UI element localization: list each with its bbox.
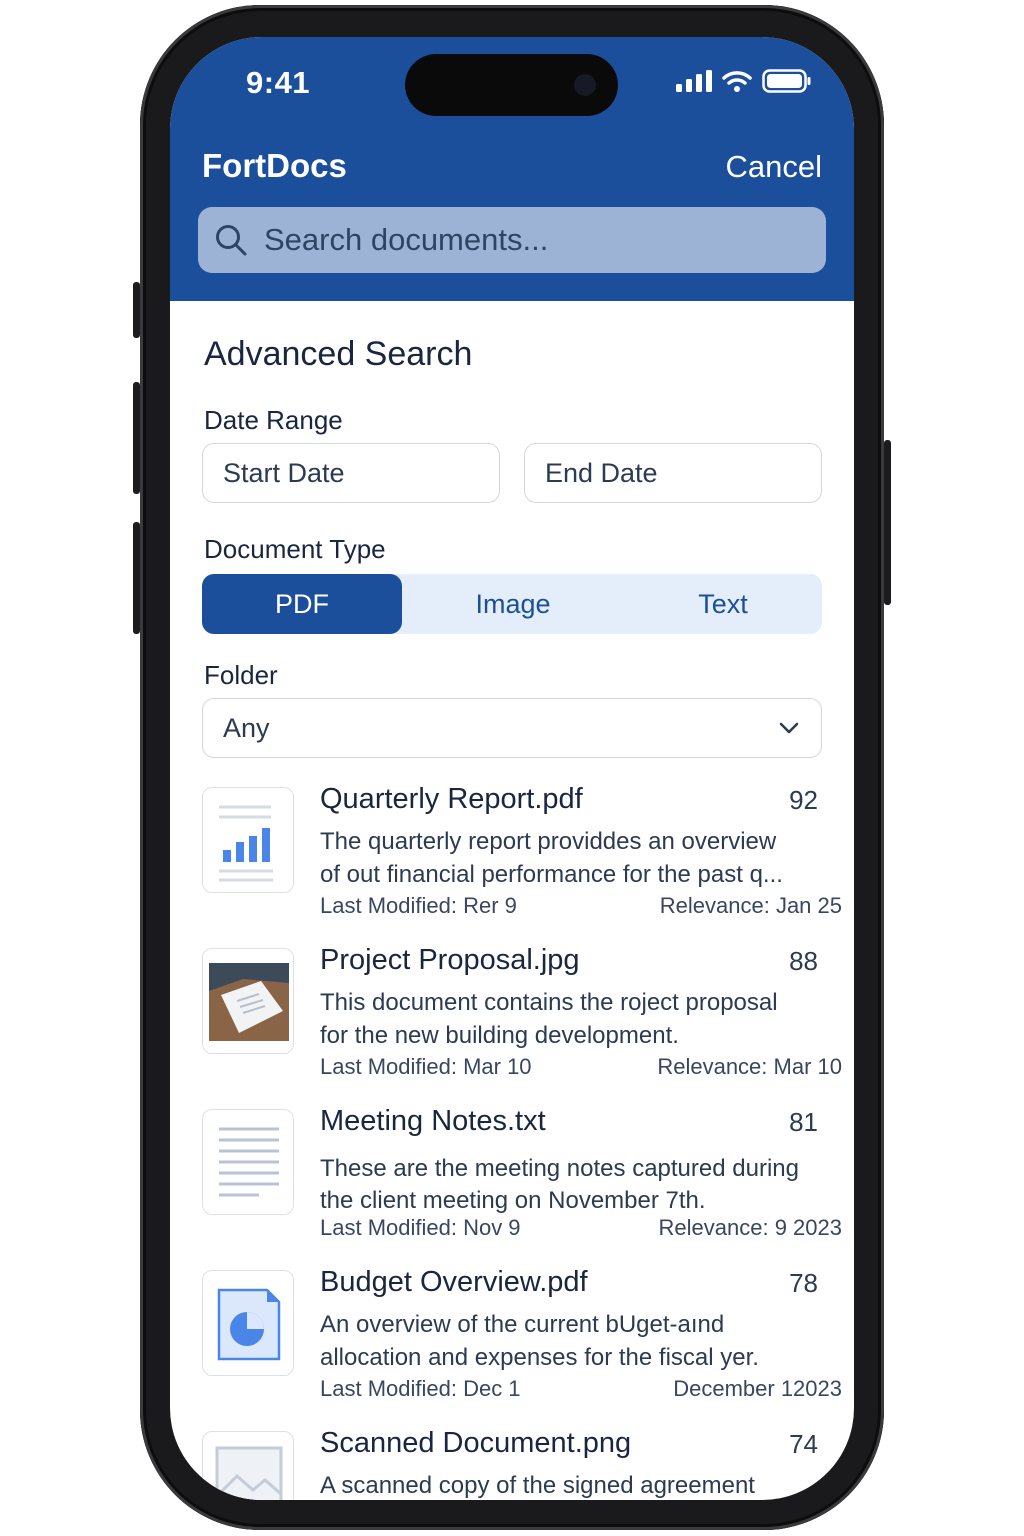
result-description-line: An overview of the current bUget-aınd — [320, 1311, 725, 1338]
document-thumbnail — [202, 1431, 294, 1500]
wifi-icon — [722, 71, 752, 92]
document-thumbnail — [202, 1270, 294, 1376]
document-thumbnail — [202, 1109, 294, 1215]
volume-down-button[interactable] — [133, 522, 140, 634]
result-item[interactable]: Scanned Document.png 74 A scanned copy o… — [202, 1427, 842, 1500]
search-input[interactable] — [262, 221, 806, 259]
document-type-label: Document Type — [204, 534, 386, 564]
result-title: Scanned Document.png — [320, 1427, 632, 1459]
segment-pdf[interactable]: PDF — [202, 574, 402, 634]
result-item[interactable]: Quarterly Report.pdf 92 The quarterly re… — [202, 783, 842, 949]
start-date-placeholder: Start Date — [223, 457, 345, 488]
document-thumbnail — [202, 787, 294, 893]
start-date-field[interactable]: Start Date — [202, 443, 500, 503]
result-title: Meeting Notes.txt — [320, 1105, 546, 1137]
bar-chart-icon — [219, 805, 273, 882]
power-button[interactable] — [884, 440, 891, 605]
end-date-placeholder: End Date — [545, 457, 658, 488]
folder-select[interactable]: Any — [202, 698, 822, 758]
result-description: These are the meeting notes captured dur… — [320, 1153, 836, 1217]
result-score: 74 — [789, 1429, 818, 1459]
cancel-button[interactable]: Cancel — [726, 149, 823, 185]
result-description-line: This document contains the roject propos… — [320, 989, 778, 1016]
document-thumbnail — [202, 948, 294, 1054]
date-range-label: Date Range — [204, 405, 343, 435]
segment-text[interactable]: Text — [624, 574, 822, 634]
status-icons — [676, 69, 812, 93]
result-score: 78 — [789, 1268, 818, 1298]
result-relevance: December 12023 — [673, 1376, 842, 1401]
battery-icon — [762, 69, 811, 93]
signal-icon — [676, 70, 712, 92]
result-score: 88 — [789, 946, 818, 976]
result-description-line: The quarterly report providdes an overvi… — [320, 828, 777, 855]
segment-image[interactable]: Image — [402, 574, 624, 634]
result-title: Project Proposal.jpg — [320, 944, 580, 976]
result-description-line: the client meeting on November 7th. — [320, 1187, 706, 1214]
result-item[interactable]: Meeting Notes.txt 81 These are the meeti… — [202, 1105, 842, 1271]
result-description: A scanned copy of the signed agreement — [320, 1469, 836, 1500]
document-type-selector: PDF Image Text — [202, 574, 822, 634]
result-description: An overview of the current bUget-aınd al… — [320, 1308, 836, 1374]
image-placeholder-icon — [215, 1446, 283, 1500]
result-modified: Last Modified: Mar 10 — [320, 1054, 532, 1079]
result-relevance: Relevance: 9 2023 — [658, 1215, 842, 1240]
result-modified: Last Modified: Dec 1 — [320, 1376, 521, 1401]
advanced-search-title: Advanced Search — [204, 335, 473, 373]
end-date-field[interactable]: End Date — [524, 443, 822, 503]
app-header: 9:41 FortDocs Cancel — [170, 37, 854, 301]
volume-up-button[interactable] — [133, 382, 140, 494]
result-description-line: allocation and expenses for the fiscal y… — [320, 1344, 759, 1371]
result-score: 81 — [789, 1107, 818, 1137]
result-title: Quarterly Report.pdf — [320, 783, 583, 815]
status-time: 9:41 — [246, 65, 311, 100]
result-description: The quarterly report providdes an overvi… — [320, 825, 836, 891]
result-modified: Last Modified: Nov 9 — [320, 1215, 521, 1240]
result-title: Budget Overview.pdf — [320, 1266, 588, 1298]
result-score: 92 — [789, 785, 818, 815]
result-item[interactable]: Budget Overview.pdf 78 An overview of th… — [202, 1266, 842, 1432]
pie-chart-icon — [217, 1288, 281, 1361]
phone-screen: 9:41 FortDocs Cancel Search documents...… — [170, 37, 854, 1500]
search-bar[interactable] — [198, 207, 826, 273]
result-relevance: Relevance: Jan 25 — [659, 893, 842, 918]
dynamic-island — [405, 54, 618, 116]
result-modified: Last Modified: Rer 9 — [320, 893, 517, 918]
folder-value: Any — [223, 712, 270, 743]
action-button[interactable] — [133, 282, 140, 338]
camera-icon — [574, 74, 596, 96]
app-title: FortDocs — [202, 147, 347, 184]
result-item[interactable]: Project Proposal.jpg 88 This document co… — [202, 944, 842, 1110]
search-icon — [216, 225, 247, 256]
text-lines-icon — [219, 1127, 279, 1197]
result-description-line: of out financial performance for the pas… — [320, 861, 783, 888]
chevron-down-icon — [779, 722, 799, 734]
result-description-line: These are the meeting notes captured dur… — [320, 1155, 799, 1182]
result-description-line: A scanned copy of the signed agreement — [320, 1472, 755, 1499]
photo-thumbnail — [209, 963, 289, 1041]
result-relevance: Relevance: Mar 10 — [657, 1054, 842, 1079]
result-description-line: for the new building development. — [320, 1022, 679, 1049]
folder-label: Folder — [204, 660, 278, 690]
result-description: This document contains the roject propos… — [320, 986, 836, 1052]
